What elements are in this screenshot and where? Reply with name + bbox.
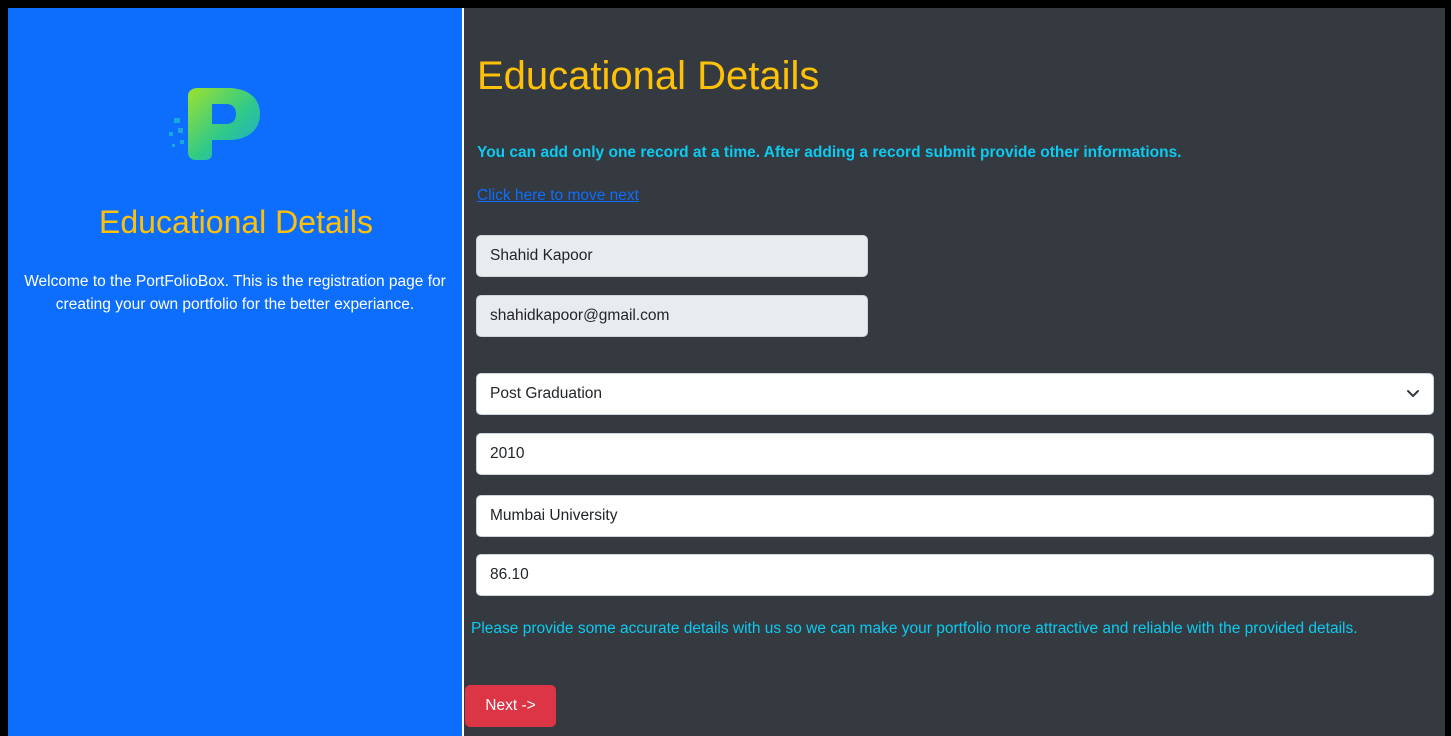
sidebar-welcome-text: Welcome to the PortFolioBox. This is the… [24,273,446,313]
help-text: Please provide some accurate details wit… [471,620,1358,637]
name-field[interactable] [476,235,868,277]
notice-text: You can add only one record at a time. A… [477,144,1182,161]
portfoliobox-logo-icon [169,88,260,160]
main-panel: Educational Details You can add only one… [464,8,1445,736]
email-field[interactable] [476,295,868,337]
chevron-down-icon [1407,390,1419,397]
university-field[interactable] [476,495,1434,537]
qualification-selected-value: Post Graduation [490,385,603,402]
page-title: Educational Details [477,54,820,98]
move-next-link[interactable]: Click here to move next [477,187,639,205]
qualification-select[interactable]: Post Graduation [476,373,1434,415]
sidebar-panel: Educational Details Welcome to the PortF… [8,8,464,736]
percentage-field[interactable] [476,554,1434,596]
sidebar-title: Educational Details [99,204,373,240]
passing-year-field[interactable] [476,433,1434,475]
next-button[interactable]: Next -> [465,685,556,727]
page-frame: Educational Details Welcome to the PortF… [8,8,1445,736]
